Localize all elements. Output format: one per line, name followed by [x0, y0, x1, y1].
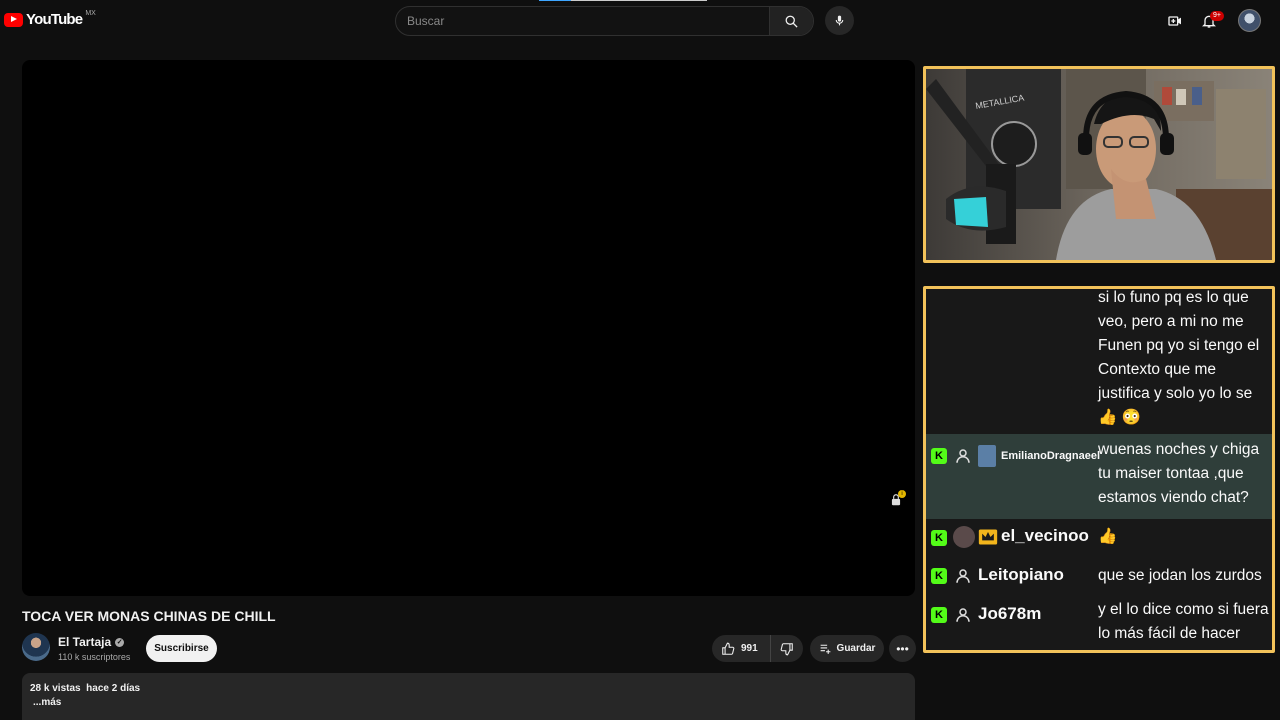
create-icon — [1168, 16, 1181, 26]
video-player[interactable] — [22, 60, 915, 596]
kick-badge-icon: K — [931, 607, 947, 623]
video-stats: 28 k vistas hace 2 días — [30, 683, 907, 694]
search-input[interactable] — [396, 7, 769, 35]
crown-icon — [978, 529, 998, 545]
chat-message-text: si lo funo pq es lo que veo, pero a mi n… — [1098, 289, 1260, 426]
save-label: Guardar — [836, 643, 876, 654]
player-info-badge: i — [898, 490, 906, 498]
page-load-progress — [539, 0, 571, 1]
like-button[interactable]: 991 — [712, 635, 771, 662]
channel-name[interactable]: El Tartaja — [58, 635, 111, 649]
like-dislike-group: 991 — [712, 635, 803, 662]
video-title: TOCA VER MONAS CHINAS DE CHILL — [22, 608, 276, 624]
chat-message: K Jo678m y el lo dice como si fuera lo m… — [926, 595, 1272, 650]
channel-name-row[interactable]: El Tartaja ✓ — [58, 635, 125, 649]
user-icon — [956, 449, 970, 463]
user-icon — [956, 608, 970, 622]
stream-chat-overlay: si lo funo pq es lo que veo, pero a mi n… — [923, 286, 1275, 653]
description-box[interactable]: 28 k vistas hace 2 días ...más — [22, 673, 915, 720]
kick-badge-icon: K — [931, 530, 947, 546]
webcam-feed-image: METALLICA — [926, 69, 1272, 260]
chat-message-text: 👍 — [1098, 528, 1118, 545]
logo-country-code: MX — [85, 10, 96, 17]
voice-search-button[interactable] — [825, 6, 854, 35]
mic-icon — [835, 15, 844, 26]
channel-avatar[interactable] — [22, 633, 50, 661]
chat-message: K Leitopiano que se jodan los zurdos — [926, 557, 1272, 595]
thumbs-up-icon — [722, 642, 735, 655]
youtube-play-icon — [4, 12, 23, 27]
view-count: 28 k vistas — [30, 683, 81, 694]
notifications-badge: 9+ — [1210, 11, 1224, 21]
account-avatar[interactable] — [1238, 9, 1261, 32]
logo-text: YouTube — [26, 11, 83, 28]
search-icon — [785, 15, 798, 28]
search-button[interactable] — [769, 7, 813, 35]
chat-message: K EmilianoDragnaeel wuenas noches y chig… — [926, 434, 1272, 519]
user-avatar — [978, 445, 996, 467]
youtube-logo[interactable]: YouTube MX — [4, 10, 96, 28]
save-button[interactable]: Guardar — [810, 635, 884, 662]
subscriber-count: 110 k suscriptores — [58, 652, 131, 662]
chat-message-text: wuenas noches y chiga tu maiser tontaa ,… — [1098, 441, 1260, 506]
thumbs-down-icon — [780, 642, 793, 655]
masthead: YouTube MX 9+ — [0, 0, 1280, 42]
chat-message: K el_vecinoo 👍 — [926, 519, 1272, 557]
kick-badge-icon: K — [931, 568, 947, 584]
more-horizontal-icon: ••• — [896, 641, 909, 656]
playlist-add-icon — [820, 644, 830, 654]
description-more-link[interactable]: ...más — [33, 697, 907, 708]
like-count: 991 — [741, 643, 758, 654]
chat-username: Leitopiano — [978, 565, 1064, 584]
upload-date: hace 2 días — [86, 683, 141, 694]
chat-username: el_vecinoo — [1001, 526, 1089, 545]
chat-message: si lo funo pq es lo que veo, pero a mi n… — [926, 289, 1272, 434]
search-box — [395, 6, 814, 36]
create-button[interactable] — [1165, 11, 1185, 31]
kick-badge-icon: K — [931, 448, 947, 464]
chat-username: EmilianoDragnaeel — [1001, 450, 1101, 462]
chat-message-text: que se jodan los zurdos — [1098, 567, 1262, 584]
user-icon — [956, 569, 970, 583]
more-actions-button[interactable]: ••• — [889, 635, 916, 662]
page-load-progress-track — [571, 0, 707, 1]
chat-message-text: y el lo dice como si fuera lo más fácil … — [1098, 601, 1269, 642]
user-avatar — [953, 526, 975, 548]
verified-check-icon: ✓ — [115, 637, 125, 647]
dislike-button[interactable] — [771, 635, 803, 662]
chat-username: Jo678m — [978, 604, 1042, 623]
subscribe-button[interactable]: Suscribirse — [146, 635, 217, 662]
webcam-overlay: METALLICA — [923, 66, 1275, 263]
